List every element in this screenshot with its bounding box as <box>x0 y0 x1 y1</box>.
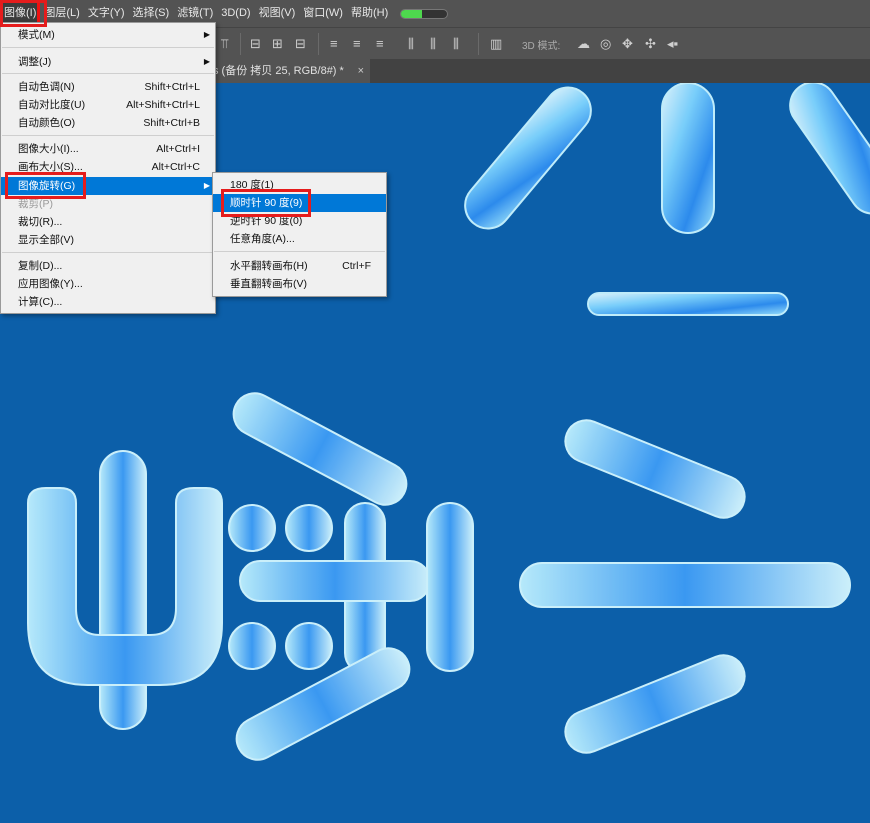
submenu-item-rotate-180[interactable]: 180 度(1) <box>213 176 386 194</box>
image-menu: 模式(M) ▶ 调整(J) ▶ 自动色调(N) Shift+Ctrl+L 自动对比度(… <box>0 22 216 314</box>
align-top-icon[interactable]: ⫪ <box>221 36 228 52</box>
menu-item-reveal-all[interactable]: 显示全部(V) <box>1 231 215 249</box>
menu-divider <box>214 251 385 252</box>
divider <box>478 33 479 55</box>
auto-align-icon[interactable]: ▥ <box>490 36 502 52</box>
divider <box>318 33 319 55</box>
align-hcenter-icon[interactable]: ≡ <box>330 36 338 51</box>
chevron-right-icon: ▶ <box>203 57 210 66</box>
menu-item-adjust[interactable]: 调整(J) ▶ <box>1 53 215 71</box>
menu-item-mode[interactable]: 模式(M) ▶ <box>1 26 215 44</box>
menu-item-auto-tone[interactable]: 自动色调(N) Shift+Ctrl+L <box>1 78 215 96</box>
menu-item-auto-contrast[interactable]: 自动对比度(U) Alt+Shift+Ctrl+L <box>1 96 215 114</box>
orbit-3d-icon[interactable]: ☁ <box>577 36 590 52</box>
menu-item-duplicate[interactable]: 复制(D)... <box>1 257 215 275</box>
chevron-right-icon: ▶ <box>203 181 210 190</box>
menu-help[interactable]: 帮助(H) <box>347 0 392 27</box>
slide-3d-icon[interactable]: ✣ <box>645 36 656 52</box>
divider <box>240 33 241 55</box>
submenu-item-flip-vertical[interactable]: 垂直翻转画布(V) <box>213 275 386 293</box>
progress-fill <box>401 9 422 18</box>
menu-divider <box>2 252 214 253</box>
menu-item-crop: 裁剪(P) <box>18 198 53 210</box>
image-rotation-submenu: 180 度(1) 顺时针 90 度(9) 逆时针 90 度(0) 任意角度(A)… <box>212 172 387 297</box>
menu-divider <box>2 73 214 74</box>
align-bottom-icon[interactable]: ⊞ <box>272 36 283 52</box>
menu-item-trim[interactable]: 裁切(R)... <box>1 213 215 231</box>
distribute-icon[interactable]: ≡ <box>376 36 384 51</box>
submenu-item-flip-horizontal[interactable]: 水平翻转画布(H) Ctrl+F <box>213 257 386 275</box>
menu-divider <box>2 135 214 136</box>
align-right-icon[interactable]: ≡ <box>353 36 361 51</box>
close-icon[interactable]: × <box>358 59 364 83</box>
menu-item-canvas-size[interactable]: 画布大小(S)... Alt+Ctrl+C <box>1 158 215 176</box>
align-vcenter-icon[interactable]: ⊟ <box>250 36 261 52</box>
menu-item-image-rotation[interactable]: 图像旋转(G) ▶ <box>1 177 215 195</box>
progress-indicator <box>400 8 449 19</box>
submenu-item-rotate-cw-90[interactable]: 顺时针 90 度(9) <box>213 194 386 212</box>
menu-3d[interactable]: 3D(D) <box>217 0 254 27</box>
document-tab-title: s (备份 拷贝 25, RGB/8#) * <box>213 65 344 77</box>
document-tab[interactable]: s (备份 拷贝 25, RGB/8#) * × <box>205 59 370 83</box>
submenu-item-arbitrary[interactable]: 任意角度(A)... <box>213 230 386 248</box>
scale-3d-icon[interactable]: ◂▪ <box>667 36 678 52</box>
menu-item-image-size[interactable]: 图像大小(I)... Alt+Ctrl+I <box>1 140 215 158</box>
submenu-item-rotate-ccw-90[interactable]: 逆时针 90 度(0) <box>213 212 386 230</box>
menu-item-calculations[interactable]: 计算(C)... <box>1 293 215 311</box>
menu-divider <box>2 47 214 48</box>
align-left-icon[interactable]: ⊟ <box>295 36 306 52</box>
distribute-icon[interactable]: ⫼ <box>408 36 414 52</box>
distribute-icon[interactable]: ⫼ <box>430 36 436 52</box>
3d-mode-label: 3D 模式: <box>522 41 561 52</box>
distribute-icon[interactable]: ⫼ <box>453 36 459 52</box>
menu-view[interactable]: 视图(V) <box>255 0 300 27</box>
menu-item-apply-image[interactable]: 应用图像(Y)... <box>1 275 215 293</box>
roll-3d-icon[interactable]: ◎ <box>600 36 611 52</box>
pan-3d-icon[interactable]: ✥ <box>622 36 633 52</box>
chevron-right-icon: ▶ <box>203 30 210 39</box>
menu-item-auto-color[interactable]: 自动颜色(O) Shift+Ctrl+B <box>1 114 215 132</box>
menu-window[interactable]: 窗口(W) <box>299 0 347 27</box>
